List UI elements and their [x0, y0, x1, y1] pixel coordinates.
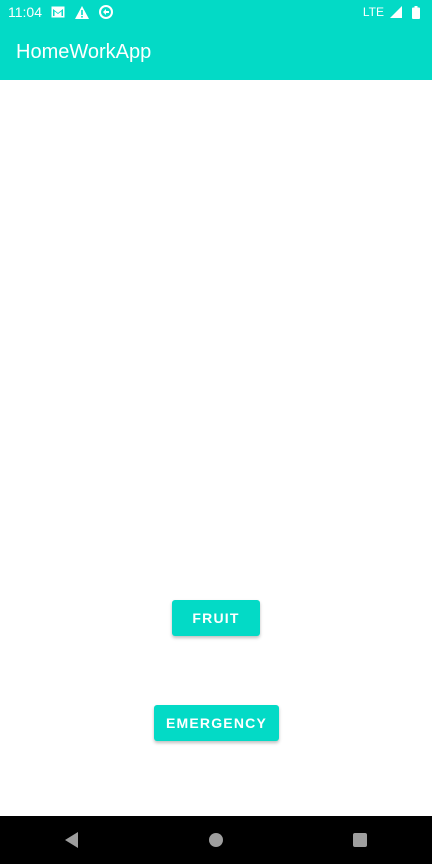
status-time: 11:04 — [8, 4, 42, 20]
back-icon — [65, 832, 78, 848]
app-bar: HomeWorkApp — [0, 24, 432, 80]
recents-button[interactable] — [336, 816, 384, 864]
status-right: LTE — [363, 4, 424, 20]
navigation-bar — [0, 816, 432, 864]
status-bar: 11:04 LTE — [0, 0, 432, 24]
sync-icon — [98, 4, 114, 20]
app-title: HomeWorkApp — [16, 40, 152, 63]
recents-icon — [353, 833, 367, 847]
emergency-button[interactable]: EMERGENCY — [154, 705, 279, 741]
fruit-button[interactable]: FRUIT — [172, 600, 260, 636]
battery-icon — [408, 4, 424, 20]
network-type: LTE — [362, 5, 384, 19]
main-content: FRUIT EMERGENCY — [0, 80, 432, 816]
home-button[interactable] — [192, 816, 240, 864]
signal-icon — [388, 4, 404, 20]
home-icon — [209, 833, 223, 847]
gmail-icon — [50, 4, 66, 20]
status-left: 11:04 — [8, 4, 114, 20]
app-screen: 11:04 LTE HomeWorkApp FRUIT EMERGENCY — [0, 0, 432, 864]
back-button[interactable] — [48, 816, 96, 864]
warning-icon — [74, 4, 90, 20]
